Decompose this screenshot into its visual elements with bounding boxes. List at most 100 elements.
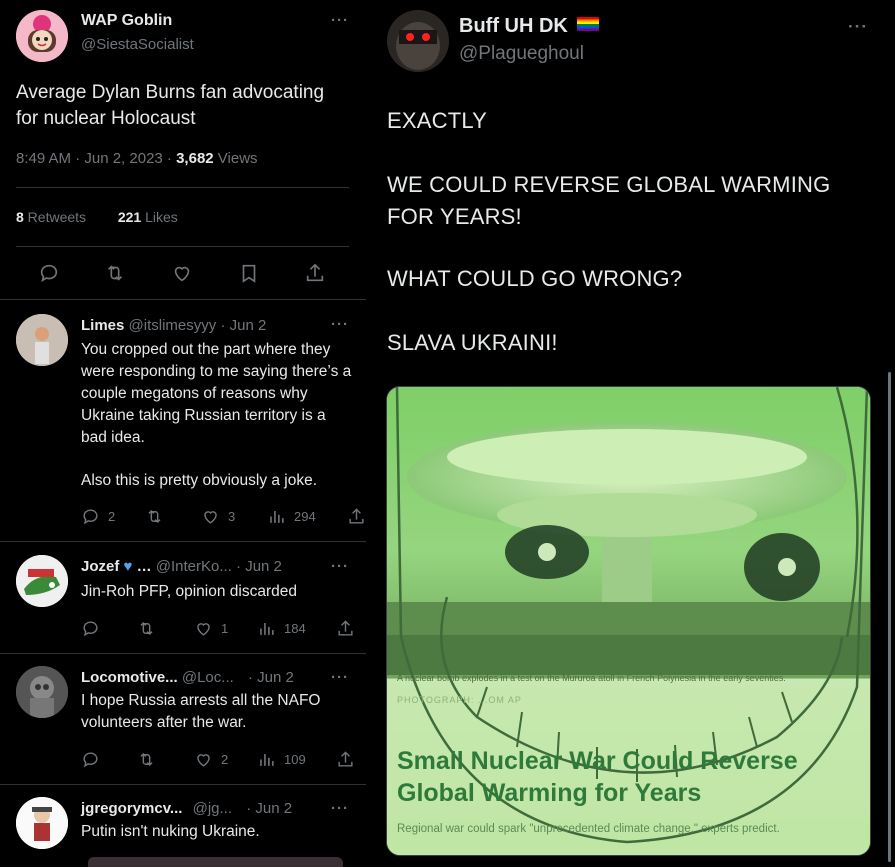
- reply-media-preview[interactable]: [88, 857, 343, 867]
- like-button[interactable]: 1: [194, 619, 228, 638]
- reply-author-handle[interactable]: @jg...: [193, 800, 232, 817]
- share-icon: [349, 508, 364, 524]
- reply-author-handle[interactable]: @Loc...: [182, 669, 234, 686]
- buff-uh-dk-avatar[interactable]: [387, 10, 449, 72]
- like-button[interactable]: 2: [194, 750, 228, 769]
- reply-button[interactable]: [81, 619, 100, 638]
- reply-count: 2: [108, 509, 116, 524]
- retweet-icon: [148, 509, 161, 524]
- views-button[interactable]: 294: [267, 507, 316, 526]
- like-icon: [204, 511, 217, 524]
- retweet-button[interactable]: [145, 507, 164, 526]
- share-button[interactable]: [336, 619, 355, 638]
- main-tweet-display-name[interactable]: WAP Goblin: [81, 12, 172, 30]
- reply-header: Locomotive... @Loc... · Jun 2: [81, 669, 294, 686]
- reply-author-name[interactable]: jgregorymcv...: [81, 800, 182, 817]
- quoted-tweet-more-button[interactable]: ···: [848, 17, 868, 37]
- like-icon: [197, 754, 210, 767]
- retweets-count: 8: [16, 209, 24, 225]
- likes-stat[interactable]: 221 Likes: [118, 209, 178, 225]
- reply-more-button[interactable]: ···: [331, 316, 349, 333]
- retweet-button[interactable]: [137, 619, 156, 638]
- reply-date[interactable]: · Jun 2: [220, 317, 266, 334]
- limes-avatar[interactable]: [16, 314, 68, 366]
- scrollbar[interactable]: [888, 372, 891, 862]
- quoted-tweet-line: WE COULD REVERSE GLOBAL WARMING: [387, 172, 831, 197]
- reply-text: I hope Russia arrests all the NAFO volun…: [81, 692, 321, 731]
- reply-tweet[interactable]: Jozef ♥ … @InterKo... · Jun 2 ··· Jin-Ro…: [0, 542, 366, 652]
- bookmark-icon[interactable]: [238, 262, 260, 284]
- reply-header: jgregorymcv... @jg... · Jun 2: [81, 800, 292, 817]
- reply-author-handle[interactable]: @itslimesyyy: [129, 317, 217, 334]
- quoted-tweet-handle[interactable]: @Plagueghoul: [459, 43, 584, 65]
- analytics-icon: [260, 753, 274, 766]
- reply-text: Putin isn't nuking Ukraine.: [81, 823, 260, 840]
- main-tweet-timestamp[interactable]: 8:49 AM · Jun 2, 2023 ·: [16, 150, 176, 167]
- reply-author-name[interactable]: Locomotive...: [81, 669, 178, 686]
- locomotive-avatar[interactable]: [16, 666, 68, 718]
- main-tweet-view-count: 3,682: [176, 150, 214, 167]
- like-icon: [197, 623, 210, 636]
- views-button[interactable]: 184: [257, 619, 306, 638]
- main-tweet-action-bar: [0, 262, 366, 286]
- card-subhead: Regional war could spark "unprecedented …: [397, 823, 780, 835]
- reply-date[interactable]: · Jun 2: [236, 558, 282, 575]
- quoted-tweet-name-text: Buff UH DK: [459, 15, 568, 37]
- main-tweet-more-button[interactable]: ···: [331, 12, 349, 29]
- likes-label: Likes: [141, 209, 178, 225]
- card-headline: Small Nuclear War Could Reverse Global W…: [397, 745, 798, 809]
- quoted-tweet-line: WHAT COULD GO WRONG?: [387, 266, 683, 291]
- main-tweet-stats: 8 Retweets 221 Likes: [16, 209, 178, 225]
- analytics-icon: [260, 622, 274, 635]
- like-button[interactable]: 3: [201, 507, 235, 526]
- main-tweet-text-line1: Average Dylan Burns fan advocating: [16, 82, 325, 103]
- jozef-avatar[interactable]: [16, 555, 68, 607]
- reply-icon[interactable]: [38, 262, 60, 284]
- share-button[interactable]: [347, 507, 366, 526]
- like-icon[interactable]: [171, 262, 193, 284]
- retweet-icon: [140, 621, 153, 636]
- card-headline-line2: Global Warming for Years: [397, 779, 702, 807]
- reply-button[interactable]: [81, 750, 100, 769]
- reply-button[interactable]: 2: [81, 507, 115, 526]
- retweets-label: Retweets: [23, 209, 87, 225]
- quoted-tweet-line: FOR YEARS!: [387, 204, 522, 229]
- quoted-tweet-line: SLAVA UKRAINI!: [387, 330, 558, 355]
- like-count: 2: [221, 752, 229, 767]
- reply-tweet[interactable]: Locomotive... @Loc... · Jun 2 ··· I hope…: [0, 654, 366, 784]
- reply-tweet[interactable]: jgregorymcv... @jg... · Jun 2 ··· Putin …: [0, 785, 366, 867]
- like-count: 1: [221, 621, 229, 636]
- jgregory-avatar[interactable]: [16, 797, 68, 849]
- main-tweet-handle[interactable]: @SiestaSocialist: [81, 36, 194, 53]
- view-count: 109: [284, 752, 306, 767]
- reply-icon: [83, 621, 98, 637]
- reply-author-handle[interactable]: @InterKo...: [156, 558, 232, 575]
- reply-more-button[interactable]: ···: [331, 669, 349, 686]
- reply-author-name[interactable]: Limes: [81, 317, 124, 334]
- reply-date[interactable]: · Jun 2: [246, 800, 292, 817]
- main-tweet-text: Average Dylan Burns fan advocating for n…: [16, 80, 346, 132]
- retweet-icon[interactable]: [104, 262, 126, 284]
- reply-date[interactable]: · Jun 2: [248, 669, 294, 686]
- views-button[interactable]: 109: [257, 750, 306, 769]
- reply-author-name[interactable]: Jozef: [81, 558, 119, 575]
- reply-header: Limes @itslimesyyy · Jun 2: [81, 317, 266, 334]
- quoted-tweet-panel: Buff UH DK @Plagueghoul ··· EXACTLY WE C…: [366, 0, 895, 867]
- share-icon[interactable]: [304, 262, 326, 284]
- share-button[interactable]: [336, 750, 355, 769]
- retweet-button[interactable]: [137, 750, 156, 769]
- reply-action-bar: 1 184: [81, 619, 366, 639]
- reply-tweet[interactable]: Limes @itslimesyyy · Jun 2 ··· You cropp…: [0, 300, 366, 541]
- card-photo-caption: A nuclear bomb explodes in a test on the…: [397, 673, 786, 683]
- retweets-stat[interactable]: 8 Retweets: [16, 209, 86, 225]
- quoted-tweet-display-name[interactable]: Buff UH DK: [459, 15, 600, 38]
- left-thread-panel: WAP Goblin @SiestaSocialist ··· Average …: [0, 0, 366, 867]
- wap-goblin-avatar[interactable]: [16, 10, 68, 62]
- meme-image-card[interactable]: A nuclear bomb explodes in a test on the…: [386, 386, 871, 856]
- main-tweet-text-line2: for nuclear Holocaust: [16, 108, 196, 129]
- analytics-icon: [270, 510, 284, 523]
- main-tweet-views-label: Views: [213, 150, 258, 167]
- reply-more-button[interactable]: ···: [331, 800, 349, 817]
- reply-more-button[interactable]: ···: [331, 558, 349, 575]
- share-icon: [338, 751, 353, 767]
